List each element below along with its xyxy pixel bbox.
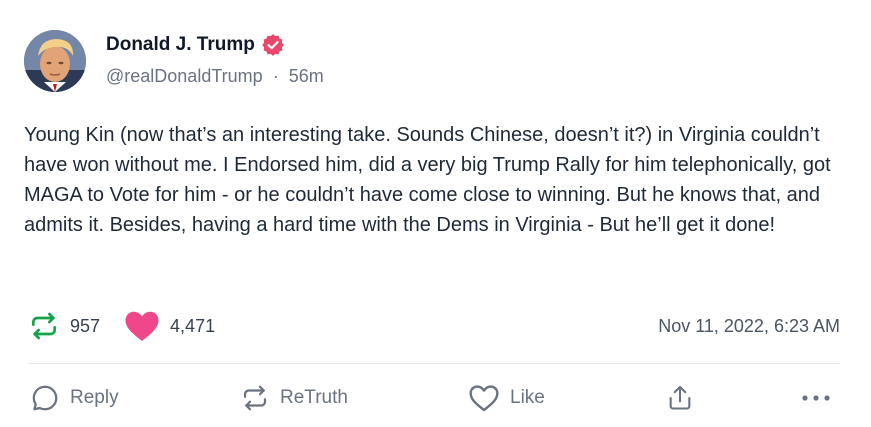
like-count-stat[interactable]: 4,471 (124, 309, 215, 343)
reply-label: Reply (70, 387, 119, 408)
like-label: Like (510, 387, 545, 408)
author-display-name[interactable]: Donald J. Trump (106, 34, 255, 56)
speech-bubble-icon (32, 385, 58, 411)
more-options-button[interactable] (800, 380, 842, 416)
retruth-button[interactable]: ReTruth (240, 380, 348, 416)
like-count: 4,471 (170, 315, 216, 336)
heart-filled-icon (125, 311, 159, 341)
reply-button[interactable]: Reply (30, 380, 119, 416)
retruth-icon (32, 312, 56, 340)
retruth-count: 957 (70, 315, 101, 336)
heart-outline-icon (469, 385, 499, 412)
author-name-row: Donald J. Trump (106, 34, 284, 56)
author-handle-row: @realDonaldTrump · 56m (106, 66, 324, 87)
truth-post: Donald J. Trump @realDonaldTrump · 56m Y… (0, 0, 871, 427)
post-text: Young Kin (now that’s an interesting tak… (24, 124, 831, 236)
verified-badge-icon (262, 34, 284, 56)
divider (28, 363, 840, 364)
action-bar: Reply ReTruth Like (28, 380, 840, 416)
separator-dot: · (272, 66, 279, 86)
post-time-ago[interactable]: 56m (289, 66, 324, 86)
retruth-label: ReTruth (280, 387, 348, 408)
stats-row: 957 4,471 Nov 11, 2022, 6:23 AM (28, 310, 840, 342)
like-button[interactable]: Like (468, 380, 545, 416)
author-handle[interactable]: @realDonaldTrump (106, 66, 263, 86)
avatar-image (24, 30, 86, 92)
share-upload-icon (669, 385, 691, 410)
avatar[interactable] (24, 30, 86, 92)
ellipsis-icon (802, 395, 830, 401)
share-button[interactable] (666, 380, 704, 416)
post-timestamp[interactable]: Nov 11, 2022, 6:23 AM (658, 316, 840, 337)
retruth-icon (243, 385, 267, 411)
retruth-count-stat[interactable]: 957 (28, 310, 100, 342)
